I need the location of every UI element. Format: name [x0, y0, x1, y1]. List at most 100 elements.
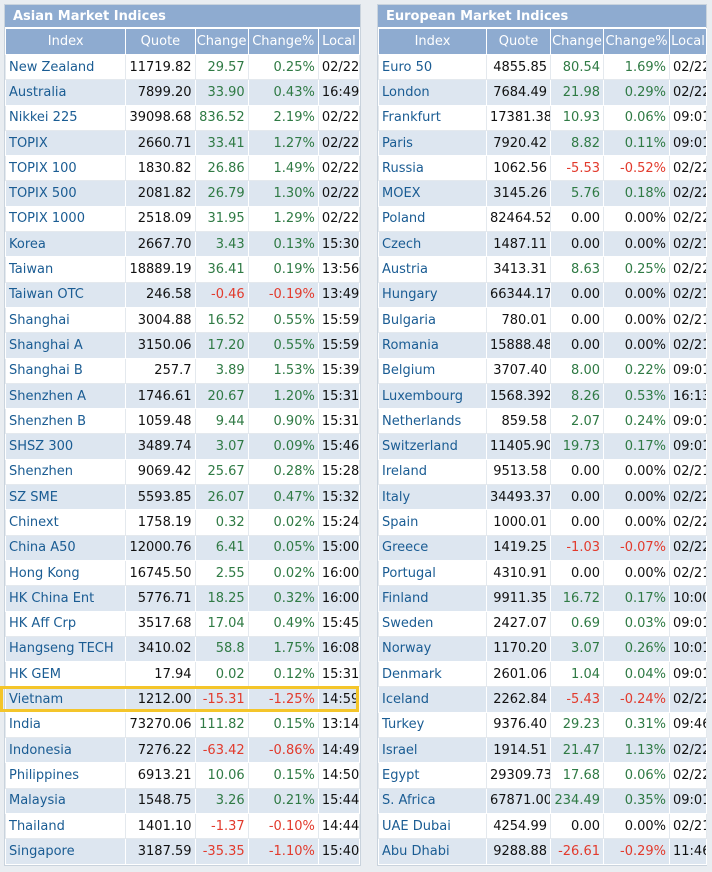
index-name-link[interactable]: HK Aff Crp [4, 610, 127, 637]
table-row[interactable]: Hong Kong 16745.50 2.55 0.02% 16:00 [4, 559, 361, 587]
table-row[interactable]: Netherlands859.582.070.24%09:01 [378, 408, 707, 435]
index-name-link[interactable]: Taiwan [4, 256, 127, 283]
table-row[interactable]: Shanghai 3004.88 16.52 0.55% 15:59 [4, 306, 361, 334]
index-name-link[interactable]: Hong Kong [4, 559, 127, 587]
index-name-link[interactable]: Spain [378, 509, 487, 536]
index-name-link[interactable]: Egypt [378, 762, 487, 789]
table-row[interactable]: Belgium3707.408.000.22%09:01 [378, 357, 707, 384]
table-row[interactable]: China A50 12000.76 6.41 0.05% 15:00 [4, 534, 361, 561]
index-name-link[interactable]: Iceland [378, 686, 487, 713]
index-name-link[interactable]: S. Africa [378, 787, 487, 814]
index-name-link[interactable]: TOPIX [4, 129, 127, 157]
index-name-link[interactable]: Paris [378, 129, 487, 157]
table-row[interactable]: MOEX3145.265.760.18%02/22 [378, 180, 707, 207]
index-name-link[interactable]: Singapore [4, 838, 127, 865]
table-row[interactable]: New Zealand 11719.82 29.57 0.25% 02/22 [4, 53, 361, 81]
index-name-link[interactable]: Israel [378, 737, 487, 764]
table-row[interactable]: Shenzhen B 1059.48 9.44 0.90% 15:31 [4, 408, 361, 435]
table-row[interactable]: Czech1487.110.000.00%02/21 [378, 231, 707, 258]
col-header-change-pct[interactable]: Change% [247, 28, 319, 55]
table-row[interactable]: TOPIX 500 2081.82 26.79 1.30% 02/22 [4, 180, 361, 207]
table-row[interactable]: Shanghai B 257.7 3.89 1.53% 15:39 [4, 357, 361, 384]
index-name-link[interactable]: Shanghai B [4, 357, 127, 384]
table-row[interactable]: S. Africa67871.00234.490.35%09:01 [378, 787, 707, 814]
col-header-local[interactable]: Local [317, 28, 361, 55]
table-row[interactable]: Taiwan 18889.19 36.41 0.19% 13:56 [4, 256, 361, 283]
table-row[interactable]: Shenzhen 9069.42 25.67 0.28% 15:28 [4, 458, 361, 486]
index-name-link[interactable]: SZ SME [4, 484, 127, 511]
index-name-link[interactable]: Luxembourg [378, 382, 487, 410]
col-header-quote[interactable]: Quote [486, 28, 551, 55]
table-row[interactable]: Greece1419.25-1.03-0.07%02/22 [378, 534, 707, 561]
index-name-link[interactable]: Malaysia [4, 787, 127, 814]
index-name-link[interactable]: Shenzhen [4, 458, 127, 486]
table-row[interactable]: Shenzhen A 1746.61 20.67 1.20% 15:31 [4, 382, 361, 410]
table-row[interactable]: Indonesia 7276.22 -63.42 -0.86% 14:49 [4, 737, 361, 764]
table-row[interactable]: Bulgaria780.010.000.00%02/21 [378, 306, 707, 334]
table-row[interactable]: Frankfurt17381.3810.930.06%09:01 [378, 104, 707, 131]
col-header-local[interactable]: Local [669, 28, 707, 55]
index-name-link[interactable]: Vietnam [4, 686, 127, 713]
index-name-link[interactable]: Bulgaria [378, 306, 487, 334]
index-name-link[interactable]: Shenzhen B [4, 408, 127, 435]
index-name-link[interactable]: Poland [378, 205, 487, 233]
index-name-link[interactable]: Ireland [378, 458, 487, 486]
table-row[interactable]: Abu Dhabi9288.88-26.61-0.29%11:46 [378, 838, 707, 865]
table-row[interactable]: Romania15888.480.000.00%02/21 [378, 332, 707, 359]
index-name-link[interactable]: Switzerland [378, 433, 487, 460]
index-name-link[interactable]: Sweden [378, 610, 487, 637]
index-name-link[interactable]: HK GEM [4, 661, 127, 688]
table-row[interactable]: TOPIX 1000 2518.09 31.95 1.29% 02/22 [4, 205, 361, 233]
index-name-link[interactable]: UAE Dubai [378, 812, 487, 840]
table-row[interactable]: Korea 2667.70 3.43 0.13% 15:30 [4, 231, 361, 258]
table-row[interactable]: Hangseng TECH 3410.02 58.8 1.75% 16:08 [4, 635, 361, 663]
index-name-link[interactable]: Russia [378, 155, 487, 182]
index-name-link[interactable]: Turkey [378, 711, 487, 739]
index-name-link[interactable]: Finland [378, 585, 487, 612]
table-row[interactable]: Switzerland11405.9019.730.17%09:01 [378, 433, 707, 460]
table-row[interactable]: Hungary66344.170.000.00%02/21 [378, 281, 707, 308]
table-row[interactable]: Singapore 3187.59 -35.35 -1.10% 15:40 [4, 838, 361, 865]
table-row[interactable]: HK GEM 17.94 0.02 0.12% 15:31 [4, 661, 361, 688]
index-name-link[interactable]: Frankfurt [378, 104, 487, 131]
table-row[interactable]: Thailand 1401.10 -1.37 -0.10% 14:44 [4, 812, 361, 840]
index-name-link[interactable]: TOPIX 1000 [4, 205, 127, 233]
table-row[interactable]: UAE Dubai4254.990.000.00%02/21 [378, 812, 707, 840]
table-row[interactable]: India 73270.06 111.82 0.15% 13:14 [4, 711, 361, 739]
table-row[interactable]: Australia 7899.20 33.90 0.43% 16:49 [4, 79, 361, 106]
index-name-link[interactable]: Denmark [378, 661, 487, 688]
table-row[interactable]: Philippines 6913.21 10.06 0.15% 14:50 [4, 762, 361, 789]
table-row[interactable]: Egypt29309.7317.680.06%02/22 [378, 762, 707, 789]
col-header-index[interactable]: Index [4, 28, 127, 55]
table-row[interactable]: HK Aff Crp 3517.68 17.04 0.49% 15:45 [4, 610, 361, 637]
table-row[interactable]: HK China Ent 5776.71 18.25 0.32% 16:00 [4, 585, 361, 612]
table-row[interactable]: Portugal4310.910.000.00%02/21 [378, 559, 707, 587]
table-row[interactable]: Turkey9376.4029.230.31%09:46 [378, 711, 707, 739]
col-header-change-pct[interactable]: Change% [603, 28, 670, 55]
table-row[interactable]: SHSZ 300 3489.74 3.07 0.09% 15:46 [4, 433, 361, 460]
col-header-quote[interactable]: Quote [125, 28, 196, 55]
table-row[interactable]: Ireland9513.580.000.00%02/21 [378, 458, 707, 486]
table-row[interactable]: Italy34493.370.000.00%02/22 [378, 484, 707, 511]
index-name-link[interactable]: Korea [4, 231, 127, 258]
index-name-link[interactable]: China A50 [4, 534, 127, 561]
table-row[interactable]: Luxembourg1568.3928.260.53%16:13 [378, 382, 707, 410]
table-row[interactable]: Chinext 1758.19 0.32 0.02% 15:24 [4, 509, 361, 536]
index-name-link[interactable]: Chinext [4, 509, 127, 536]
index-name-link[interactable]: HK China Ent [4, 585, 127, 612]
table-row[interactable]: Israel1914.5121.471.13%02/22 [378, 737, 707, 764]
index-name-link[interactable]: Philippines [4, 762, 127, 789]
index-name-link[interactable]: TOPIX 100 [4, 155, 127, 182]
table-row[interactable]: Norway1170.203.070.26%10:01 [378, 635, 707, 663]
index-name-link[interactable]: Greece [378, 534, 487, 561]
index-name-link[interactable]: Norway [378, 635, 487, 663]
table-row[interactable]: TOPIX 100 1830.82 26.86 1.49% 02/22 [4, 155, 361, 182]
table-row[interactable]: SZ SME 5593.85 26.07 0.47% 15:32 [4, 484, 361, 511]
table-row[interactable]: Austria3413.318.630.25%02/22 [378, 256, 707, 283]
index-name-link[interactable]: TOPIX 500 [4, 180, 127, 207]
index-name-link[interactable]: Austria [378, 256, 487, 283]
table-row[interactable]: Russia1062.56-5.53-0.52%02/22 [378, 155, 707, 182]
index-name-link[interactable]: Portugal [378, 559, 487, 587]
table-row[interactable]: Poland82464.520.000.00%02/22 [378, 205, 707, 233]
index-name-link[interactable]: MOEX [378, 180, 487, 207]
